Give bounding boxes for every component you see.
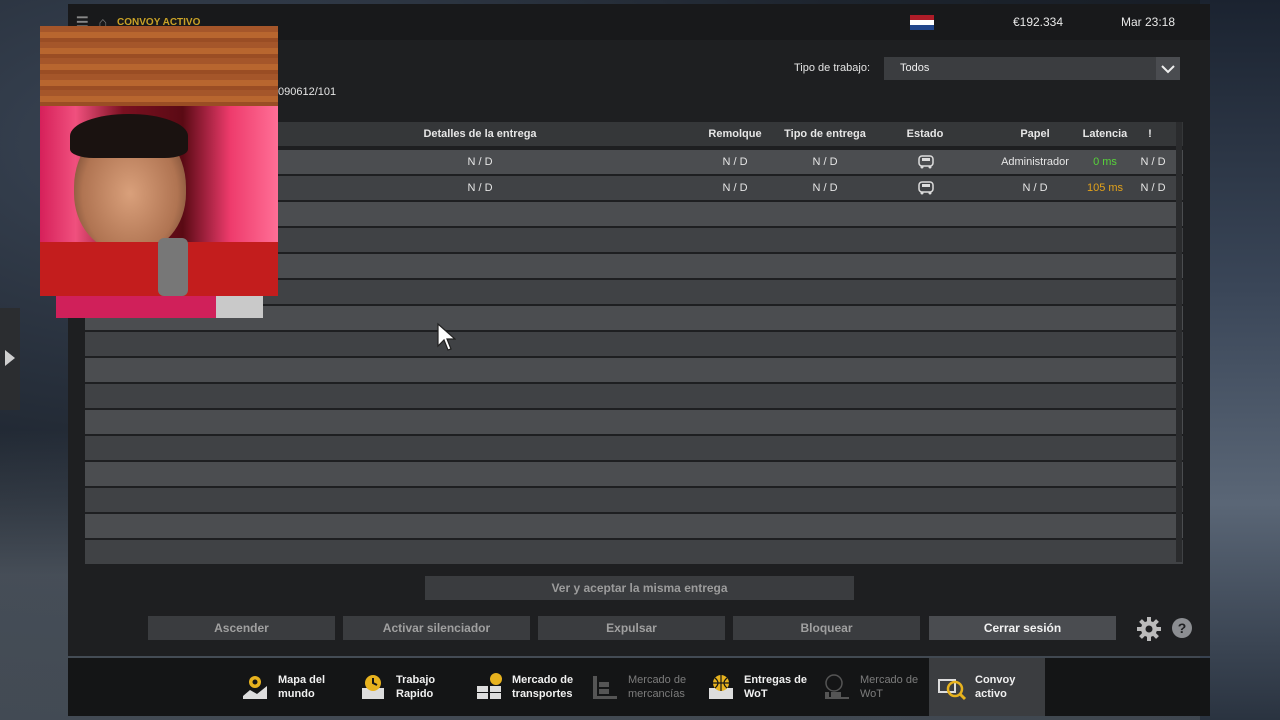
webcam-overlay xyxy=(40,26,278,296)
globe-icon xyxy=(709,675,733,699)
session-reference: 090612/101 xyxy=(278,86,337,98)
job-type-value: Todos xyxy=(900,62,930,74)
bottom-navigation: Mapa del mundo Trabajo Rapido Mercado de… xyxy=(68,658,1210,716)
nav-label: Mercado de transportes xyxy=(512,674,574,700)
cell-trailer: N / D xyxy=(722,156,748,168)
globe-forklift-icon xyxy=(825,674,849,699)
cell-trailer: N / D xyxy=(722,182,748,194)
header-trailer[interactable]: Remolque xyxy=(695,128,775,140)
nav-label: Convoy activo xyxy=(975,674,1016,700)
empty-row xyxy=(85,436,1183,460)
nav-label: Mercado de WoT xyxy=(860,674,919,700)
cell-details: N / D xyxy=(467,156,493,168)
boxes-icon xyxy=(477,673,502,699)
cell-extra: N / D xyxy=(1140,182,1166,194)
nav-cargo-market[interactable]: Mercado de mercancías xyxy=(590,658,700,716)
empty-row xyxy=(85,410,1183,434)
nav-wot-market[interactable]: Mercado de WoT xyxy=(822,658,932,716)
help-button[interactable]: ? xyxy=(1172,618,1192,638)
empty-row xyxy=(85,462,1183,486)
nav-label: Trabajo Rapido xyxy=(396,674,436,700)
accept-same-delivery-button[interactable]: Ver y aceptar la misma entrega xyxy=(425,576,854,600)
chevron-down-icon[interactable] xyxy=(1156,57,1180,80)
map-icon xyxy=(243,676,267,699)
clock-icon xyxy=(362,675,384,699)
convoy-icon xyxy=(938,679,967,701)
game-clock: Mar 23:18 xyxy=(1120,15,1176,29)
header-details[interactable]: Detalles de la entrega xyxy=(390,128,570,140)
language-flag[interactable] xyxy=(910,15,934,30)
cell-delivery-type: N / D xyxy=(812,156,838,168)
empty-row xyxy=(85,332,1183,356)
cell-delivery-type: N / D xyxy=(812,182,838,194)
header-delivery-type[interactable]: Tipo de entrega xyxy=(775,128,875,140)
forklift-icon xyxy=(593,676,617,699)
logout-button[interactable]: Cerrar sesión xyxy=(929,616,1116,640)
gear-icon[interactable] xyxy=(1136,616,1162,642)
nav-world-map[interactable]: Mapa del mundo xyxy=(240,658,350,716)
header-alert[interactable]: ! xyxy=(1135,128,1165,140)
money-balance: €192.334 xyxy=(1012,15,1064,29)
job-type-select[interactable]: Todos xyxy=(884,57,1180,80)
kick-button[interactable]: Expulsar xyxy=(538,616,725,640)
truck-icon xyxy=(918,181,934,195)
cell-details: N / D xyxy=(467,182,493,194)
empty-row xyxy=(85,540,1183,564)
webcam-hair xyxy=(70,114,188,158)
nav-label: Entregas de WoT xyxy=(744,674,807,700)
chevron-right-icon xyxy=(5,350,15,366)
nav-freight-market[interactable]: Mercado de transportes xyxy=(474,658,584,716)
header-status[interactable]: Estado xyxy=(895,128,955,140)
table-scrollbar[interactable] xyxy=(1176,122,1182,562)
nav-label: Mercado de mercancías xyxy=(628,674,687,700)
empty-row xyxy=(85,358,1183,382)
webcam-wood-ceiling xyxy=(40,26,278,106)
empty-row xyxy=(85,514,1183,538)
nav-wot-deliveries[interactable]: Entregas de WoT xyxy=(706,658,816,716)
truck-icon xyxy=(918,155,934,169)
header-latency[interactable]: Latencia xyxy=(1065,128,1145,140)
block-button[interactable]: Bloquear xyxy=(733,616,920,640)
empty-row xyxy=(85,488,1183,512)
background-sky xyxy=(1200,0,1280,720)
webcam-bottom-strip xyxy=(56,296,263,318)
empty-row xyxy=(85,384,1183,408)
microphone-icon xyxy=(158,238,188,296)
side-panel-toggle[interactable] xyxy=(0,308,20,410)
nav-label: Mapa del mundo xyxy=(278,674,326,700)
nav-active-convoy[interactable]: Convoy activo xyxy=(929,658,1045,716)
mouse-cursor-icon xyxy=(437,322,456,351)
job-type-label: Tipo de trabajo: xyxy=(794,62,871,74)
nav-quick-job[interactable]: Trabajo Rapido xyxy=(358,658,468,716)
promote-button[interactable]: Ascender xyxy=(148,616,335,640)
mute-button[interactable]: Activar silenciador xyxy=(343,616,530,640)
cell-extra: N / D xyxy=(1140,156,1166,168)
